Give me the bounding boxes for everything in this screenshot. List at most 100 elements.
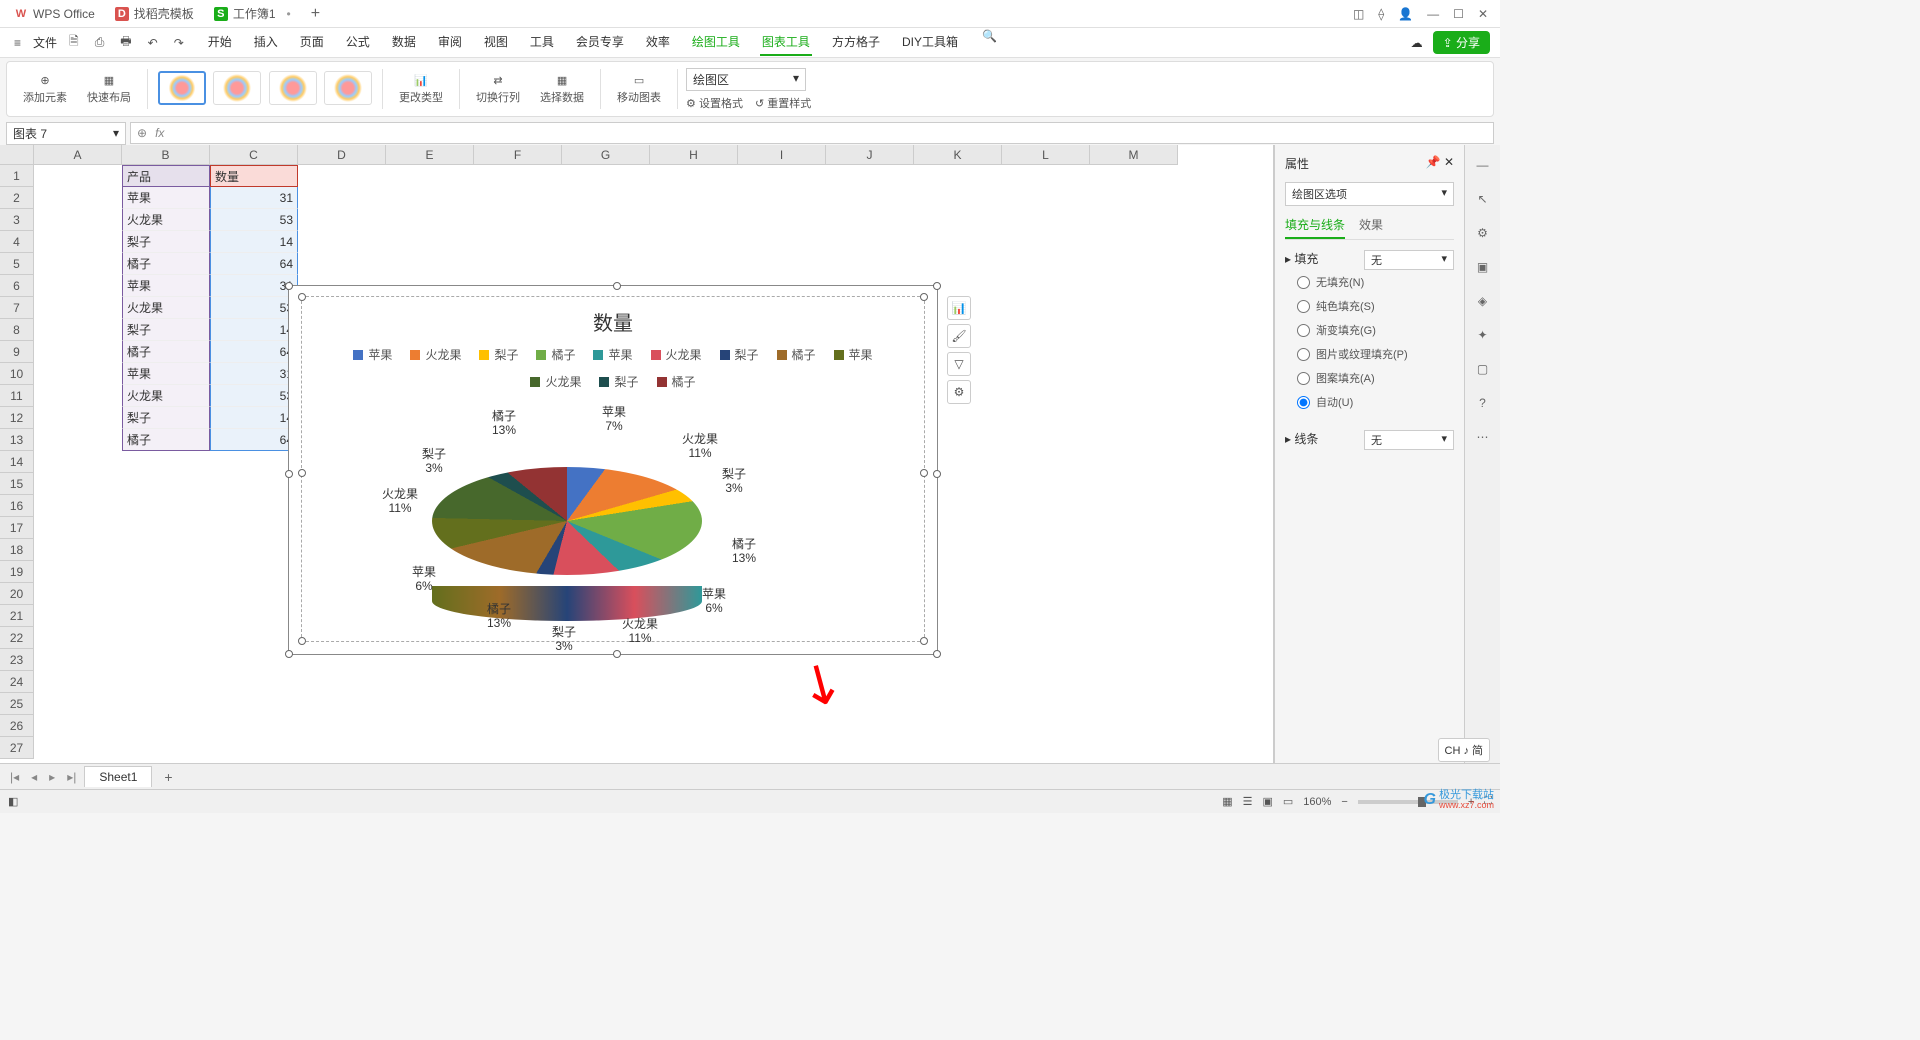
add-sheet-button[interactable]: +: [156, 769, 180, 785]
close-panel-icon[interactable]: ✕: [1444, 155, 1454, 169]
tab-effect[interactable]: 效果: [1359, 212, 1383, 239]
data-label[interactable]: 橘子13%: [492, 409, 516, 438]
menu-chart-tool[interactable]: 图表工具: [760, 29, 812, 56]
print-icon[interactable]: ⎙: [91, 35, 109, 50]
section-line[interactable]: ▸ 线条: [1285, 430, 1318, 450]
row-header[interactable]: 16: [0, 495, 34, 517]
view-layout-icon[interactable]: ☰: [1243, 795, 1253, 808]
chart-object[interactable]: 📊 🖌 ▽ ⚙ 数量 苹果火龙果梨子橘子苹果火龙果梨子橘子苹果火龙果梨子橘子 苹…: [288, 285, 938, 655]
cell[interactable]: 64: [210, 341, 298, 363]
row-header[interactable]: 4: [0, 231, 34, 253]
view-reader-icon[interactable]: ▭: [1283, 795, 1293, 808]
tab-workbook[interactable]: S工作簿1•: [204, 1, 301, 26]
col-header[interactable]: C: [210, 145, 298, 165]
legend-item[interactable]: 梨子: [479, 346, 518, 363]
zoom-fx-icon[interactable]: ⊕: [137, 126, 147, 140]
area-select[interactable]: 绘图区选项▾: [1285, 182, 1454, 206]
data-label[interactable]: 苹果6%: [412, 565, 436, 594]
cell[interactable]: 火龙果: [122, 209, 210, 231]
chart-filter-icon[interactable]: ▽: [947, 352, 971, 376]
effects-icon[interactable]: ✦: [1473, 325, 1493, 345]
style-thumb-3[interactable]: [269, 71, 317, 105]
col-header[interactable]: B: [122, 145, 210, 165]
undo-icon[interactable]: ↶: [144, 36, 162, 50]
formula-bar[interactable]: ⊕fx: [130, 122, 1494, 144]
style-thumb-2[interactable]: [213, 71, 261, 105]
row-header[interactable]: 9: [0, 341, 34, 363]
chart-elements-icon[interactable]: 📊: [947, 296, 971, 320]
tab-nav-last[interactable]: ▸|: [63, 770, 80, 784]
cell[interactable]: 橘子: [122, 429, 210, 451]
line-select[interactable]: 无▾: [1364, 430, 1454, 450]
resize-handle[interactable]: [920, 293, 928, 301]
change-type-button[interactable]: 📊更改类型: [391, 74, 451, 105]
menu-icon[interactable]: ≡: [10, 36, 25, 50]
data-label[interactable]: 火龙果11%: [622, 617, 658, 646]
chart-legend[interactable]: 苹果火龙果梨子橘子苹果火龙果梨子橘子苹果火龙果梨子橘子: [308, 340, 918, 396]
cell[interactable]: 31: [210, 363, 298, 385]
cell[interactable]: 梨子: [122, 319, 210, 341]
pie-chart[interactable]: [432, 467, 702, 575]
image-icon[interactable]: ▢: [1473, 359, 1493, 379]
data-label[interactable]: 火龙果11%: [382, 487, 418, 516]
tab-fill-line[interactable]: 填充与线条: [1285, 212, 1345, 239]
data-label[interactable]: 梨子3%: [422, 447, 446, 476]
resize-handle[interactable]: [298, 637, 306, 645]
col-header[interactable]: G: [562, 145, 650, 165]
row-header[interactable]: 10: [0, 363, 34, 385]
menu-view[interactable]: 视图: [482, 29, 510, 56]
row-header[interactable]: 22: [0, 627, 34, 649]
row-header[interactable]: 11: [0, 385, 34, 407]
resize-handle[interactable]: [613, 282, 621, 290]
menu-square[interactable]: 方方格子: [830, 29, 882, 56]
move-chart-button[interactable]: ▭移动图表: [609, 74, 669, 105]
share-button[interactable]: ⇪ 分享: [1433, 31, 1490, 54]
help-icon[interactable]: ?: [1473, 393, 1493, 413]
row-header[interactable]: 14: [0, 451, 34, 473]
row-header[interactable]: 8: [0, 319, 34, 341]
col-header[interactable]: F: [474, 145, 562, 165]
legend-item[interactable]: 橘子: [536, 346, 575, 363]
chart-area-select[interactable]: 绘图区▾: [686, 68, 806, 91]
shapes-icon[interactable]: ◈: [1473, 291, 1493, 311]
tab-nav-prev[interactable]: ◂: [27, 770, 41, 784]
cell[interactable]: 14: [210, 319, 298, 341]
data-label[interactable]: 梨子3%: [552, 625, 576, 654]
col-header[interactable]: A: [34, 145, 122, 165]
settings-rail-icon[interactable]: ⚙: [1473, 223, 1493, 243]
radio-picture-fill[interactable]: 图片或纹理填充(P): [1285, 342, 1454, 366]
reset-style-button[interactable]: ↺ 重置样式: [755, 95, 811, 111]
resize-handle[interactable]: [933, 282, 941, 290]
menu-data[interactable]: 数据: [390, 29, 418, 56]
row-header[interactable]: 19: [0, 561, 34, 583]
cell[interactable]: 64: [210, 253, 298, 275]
legend-item[interactable]: 火龙果: [651, 346, 702, 363]
cell[interactable]: 14: [210, 407, 298, 429]
chart-styles-icon[interactable]: 🖌: [947, 324, 971, 348]
tab-nav-first[interactable]: |◂: [6, 770, 23, 784]
radio-pattern-fill[interactable]: 图案填充(A): [1285, 366, 1454, 390]
ime-badge[interactable]: CH ♪ 简: [1438, 738, 1491, 762]
row-header[interactable]: 21: [0, 605, 34, 627]
row-header[interactable]: 7: [0, 297, 34, 319]
col-header[interactable]: E: [386, 145, 474, 165]
menu-review[interactable]: 审阅: [436, 29, 464, 56]
data-label[interactable]: 火龙果11%: [682, 432, 718, 461]
cell[interactable]: 53: [210, 297, 298, 319]
zoom-out-button[interactable]: −: [1341, 796, 1347, 808]
new-tab-button[interactable]: +: [301, 5, 330, 23]
close-icon[interactable]: •: [287, 7, 291, 21]
cell[interactable]: 橘子: [122, 341, 210, 363]
data-label[interactable]: 橘子13%: [487, 602, 511, 631]
row-header[interactable]: 12: [0, 407, 34, 429]
resize-handle[interactable]: [933, 650, 941, 658]
cell[interactable]: 苹果: [122, 187, 210, 209]
cube-icon[interactable]: ⟠: [1378, 7, 1384, 21]
radio-auto-fill[interactable]: 自动(U): [1285, 390, 1454, 414]
legend-item[interactable]: 橘子: [657, 373, 696, 390]
cloud-icon[interactable]: ☁: [1411, 36, 1423, 50]
minimize-icon[interactable]: —: [1427, 7, 1439, 21]
collapse-icon[interactable]: —: [1473, 155, 1493, 175]
sheet-tab-1[interactable]: Sheet1: [84, 766, 152, 787]
pin-icon[interactable]: 📌: [1426, 155, 1441, 169]
